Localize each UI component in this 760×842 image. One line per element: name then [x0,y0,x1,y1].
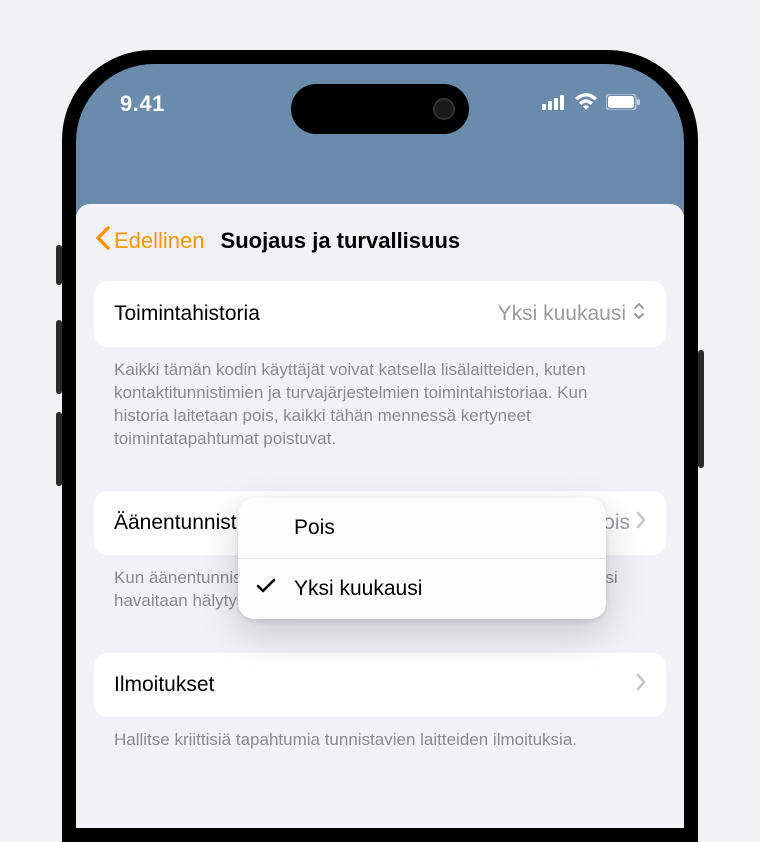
activity-history-footer: Kaikki tämän kodin käyttäjät voivat kats… [94,347,666,485]
page-title: Suojaus ja turvallisuus [221,228,461,254]
dropdown-option-label: Pois [294,516,335,539]
updown-icon [632,301,646,327]
front-camera [433,98,455,120]
status-time: 9.41 [120,91,165,117]
nav-bar: Edellinen Suojaus ja turvallisuus [76,204,684,275]
activity-history-label: Toimintahistoria [114,302,260,326]
power-button[interactable] [698,350,704,468]
activity-history-row[interactable]: Toimintahistoria Yksi kuukausi [94,281,666,347]
status-icons [542,93,640,116]
dynamic-island [291,84,469,134]
activity-history-dropdown: Pois Yksi kuukausi [238,498,606,619]
settings-sheet: Edellinen Suojaus ja turvallisuus Toimin… [76,204,684,828]
cellular-icon [542,94,566,115]
dropdown-option-off[interactable]: Pois [238,498,606,558]
battery-icon [606,94,640,115]
dropdown-option-label: Yksi kuukausi [294,577,422,600]
back-chevron-icon[interactable] [94,226,110,255]
notifications-row[interactable]: Ilmoitukset [94,653,666,717]
notifications-label: Ilmoitukset [114,673,214,697]
back-button[interactable]: Edellinen [114,228,205,254]
chevron-right-icon [636,511,646,535]
notifications-footer: Hallitse kriittisiä tapahtumia tunnistav… [94,717,666,786]
notifications-value [636,673,646,697]
activity-history-value: Yksi kuukausi [498,301,646,327]
dropdown-option-one-month[interactable]: Yksi kuukausi [238,558,606,619]
phone-frame: 9.41 Edellinen Suo [62,50,698,842]
wifi-icon [574,93,598,116]
chevron-right-icon [636,673,646,697]
phone-screen: 9.41 Edellinen Suo [76,64,684,828]
checkmark-icon [256,577,276,601]
